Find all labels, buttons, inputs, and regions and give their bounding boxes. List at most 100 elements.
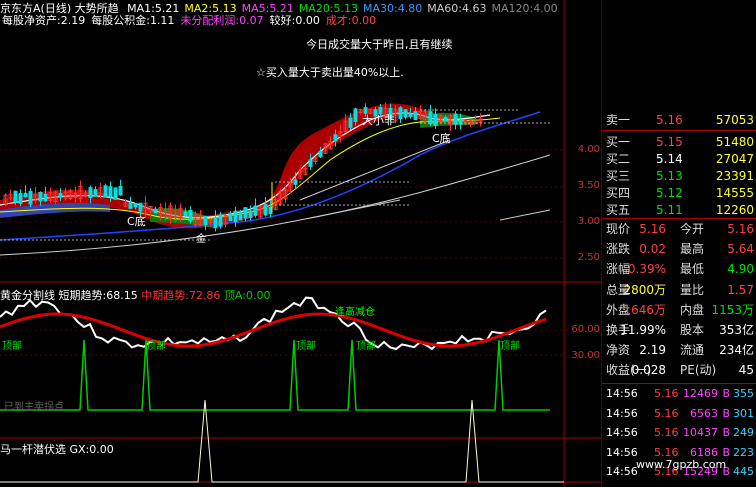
trade-row: 14:56 5.16 6563 B 301: [602, 406, 756, 422]
trade-time: 14:56: [606, 426, 638, 440]
sell1-row[interactable]: 卖一 5.16 57053: [602, 111, 756, 129]
buy-label: 买一: [606, 135, 631, 149]
trade-vol: 10437: [683, 426, 718, 440]
candle-body: [248, 210, 253, 218]
trade-row: 14:56 5.16 10437 B 249: [602, 425, 756, 441]
volume-note: 今日成交量大于昨日,且有继续: [306, 38, 453, 51]
stat-row: 收益(一) 0.028 PE(动) 45: [602, 361, 756, 379]
stat-row: 净资 2.19 流通 234亿: [602, 341, 756, 359]
candle-body: [88, 187, 93, 199]
price-tick-400: 4.00: [577, 144, 600, 155]
stat-label: 最高: [680, 242, 705, 257]
ind-tick-60: 60.00: [571, 324, 600, 335]
stat-value: 1.57: [727, 282, 754, 297]
stat-label: 最低: [680, 262, 705, 277]
buy-row[interactable]: 买四 5.12 14555: [602, 184, 756, 202]
buy-vol: 12260: [715, 203, 754, 217]
stat-value: 5.16: [639, 222, 666, 236]
stat-value: 0.028: [631, 363, 666, 378]
quote-panel: 卖一 5.16 57053 买一 5.15 51480 买二 5.14 27047 买三 5.…: [602, 108, 756, 487]
shareholder-label: 大小非: [362, 114, 395, 127]
trade-vol: 6563: [690, 406, 718, 420]
top-marker-4: 顶部: [356, 341, 376, 352]
candle-body: [203, 215, 208, 226]
stat-row: 总量 2800万 量比 1.57: [602, 281, 756, 299]
top-marker-2: 顶部: [146, 341, 166, 352]
candle-body: [213, 216, 218, 229]
candle-body: [348, 117, 353, 128]
buy-row[interactable]: 买五 5.11 12260: [602, 201, 756, 219]
buy-row[interactable]: 买一 5.15 51480: [602, 133, 756, 151]
stat-value: 5.16: [727, 222, 754, 236]
stat-value: 0.39%: [627, 262, 666, 277]
candle-body: [103, 185, 108, 198]
stat-label: 量比: [680, 282, 705, 297]
stat-value: 2800万: [623, 282, 666, 297]
stat-label: 涨幅: [606, 262, 631, 277]
stat-row: 涨幅 0.39% 最低 4.90: [602, 260, 756, 278]
top-marker-3: 顶部: [296, 341, 316, 352]
stat-value: 11.99%: [620, 323, 666, 337]
buy-row[interactable]: 买三 5.13 23391: [602, 167, 756, 185]
gx-value: 0.00: [89, 443, 114, 456]
trade-time: 14:56: [606, 406, 638, 420]
top-marker-5: 顶部: [500, 341, 520, 352]
buy-vol: 51480: [715, 135, 754, 149]
buy-label: 买四: [606, 186, 631, 200]
candle-body: [138, 202, 143, 212]
candle-body: [43, 193, 48, 202]
price-tick-250: 2.50: [577, 252, 600, 263]
candle-body: [228, 213, 233, 222]
candle-body: [443, 116, 448, 122]
trade-count: 355: [733, 387, 754, 400]
candle-body: [218, 214, 223, 227]
trade-count: 249: [733, 426, 754, 440]
candle-body: [153, 208, 158, 214]
candle-body: [118, 186, 123, 196]
candle-body: [13, 190, 18, 203]
candle-body: [398, 107, 403, 120]
mid-trend-value: 72.86: [188, 289, 221, 302]
trade-time: 14:56: [606, 445, 638, 459]
trade-time: 14:56: [606, 465, 638, 479]
candle-body: [23, 192, 28, 198]
trade-dir: B: [722, 426, 730, 440]
indicator2-title[interactable]: 马一杆潜伏选: [0, 443, 66, 456]
buy-row[interactable]: 买二 5.14 27047: [602, 150, 756, 168]
candle-body: [253, 205, 258, 216]
stat-row: 换手 11.99% 股本 353亿: [602, 321, 756, 339]
stat-label: 现价: [606, 222, 631, 236]
candle-body: [183, 211, 188, 217]
short-trend-value: 68.15: [106, 289, 138, 302]
candle-body: [413, 111, 418, 121]
c-bottom-label-2: C底: [432, 132, 451, 145]
buy-price: 5.15: [656, 135, 683, 149]
buy-label: 买五: [606, 203, 631, 217]
indicator-title[interactable]: 黄金分割线: [0, 289, 55, 302]
stat-label: 内盘: [680, 302, 705, 317]
candle-body: [433, 114, 438, 126]
candle-body: [93, 189, 98, 197]
sell1-price: 5.16: [656, 113, 683, 127]
buy-label: 买三: [606, 169, 631, 183]
candle-body: [238, 212, 243, 221]
trade-count: 223: [733, 445, 754, 459]
mid-trend-label: 中期趋势:: [141, 289, 189, 302]
gx-label: GX:: [69, 443, 90, 456]
buy-price: 5.13: [656, 169, 683, 183]
stat-value: 45: [738, 363, 754, 378]
buy-vol: 27047: [715, 152, 754, 166]
watermark: www.7gpzb.com: [636, 458, 727, 471]
buy-price: 5.14: [656, 152, 683, 166]
price-tick-350: 3.50: [577, 180, 600, 191]
trade-price: 5.16: [654, 387, 679, 400]
ind-tick-30: 30.00: [571, 350, 600, 361]
trade-time: 14:56: [606, 387, 638, 400]
top-value: 0.00: [245, 289, 271, 302]
candle-body: [308, 159, 313, 167]
trade-count: 445: [733, 465, 754, 479]
stat-value: 4.90: [727, 262, 754, 277]
stat-label: 今开: [680, 222, 705, 236]
top-marker-1: 顶部: [2, 341, 22, 352]
buy-price: 5.11: [656, 203, 683, 217]
